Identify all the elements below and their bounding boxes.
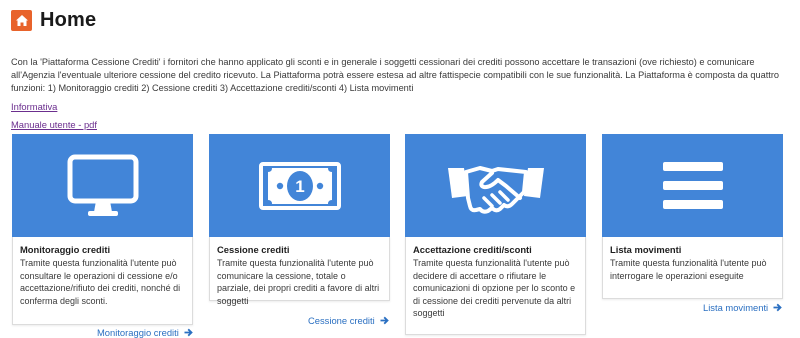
home-icon[interactable] [11,9,32,31]
card-body: Monitoraggio crediti Tramite questa funz… [12,237,193,325]
card-description: Tramite questa funzionalità l'utente può… [413,258,576,319]
card-link-label: Cessione crediti [308,315,375,326]
card-accettazione-crediti-sconti: Accettazione crediti/sconti Tramite ques… [405,134,586,335]
card-monitoraggio-crediti: Monitoraggio crediti Tramite questa funz… [12,134,193,338]
informativa-link[interactable]: Informativa [11,101,57,112]
card-body: Cessione crediti Tramite questa funziona… [209,237,390,306]
card-banner[interactable]: 1 [209,134,390,237]
manuale-utente-link[interactable]: Manuale utente - pdf [11,119,97,130]
card-banner[interactable] [405,134,586,237]
card-description: Tramite questa funzionalità l'utente può… [20,258,181,306]
card-body: Accettazione crediti/sconti Tramite ques… [405,237,586,335]
card-cessione-crediti: 1 Cessione crediti Tramite questa funzio… [209,134,390,326]
list-icon [662,161,723,209]
handshake-icon [447,165,544,214]
arrow-right-icon [773,303,782,312]
banknote-icon: 1 [258,161,341,210]
card-description: Tramite questa funzionalità l'utente può… [610,258,767,281]
card-banner[interactable] [602,134,783,237]
card-title: Monitoraggio crediti [20,244,111,255]
card-title: Lista movimenti [610,244,682,255]
monitoraggio-crediti-link[interactable]: Monitoraggio crediti [97,327,193,338]
page-title: Home [40,8,97,31]
lista-movimenti-link[interactable]: Lista movimenti [703,302,782,313]
card-link-label: Lista movimenti [703,302,769,313]
card-body: Lista movimenti Tramite questa funzional… [602,237,783,299]
monitor-icon [67,154,138,216]
card-description: Tramite questa funzionalità l'utente può… [217,258,380,306]
arrow-right-icon [184,328,193,337]
arrow-right-icon [380,316,389,325]
card-title: Cessione crediti [217,244,290,255]
card-link-label: Monitoraggio crediti [97,327,179,338]
card-banner[interactable] [12,134,193,237]
svg-text:1: 1 [295,177,304,196]
card-title: Accettazione crediti/sconti [413,244,532,255]
page-header: Home [11,8,96,32]
intro-paragraph: Con la 'Piattaforma Cessione Crediti' i … [11,57,780,93]
card-lista-movimenti: Lista movimenti Tramite questa funzional… [602,134,783,313]
cessione-crediti-link[interactable]: Cessione crediti [308,315,389,326]
